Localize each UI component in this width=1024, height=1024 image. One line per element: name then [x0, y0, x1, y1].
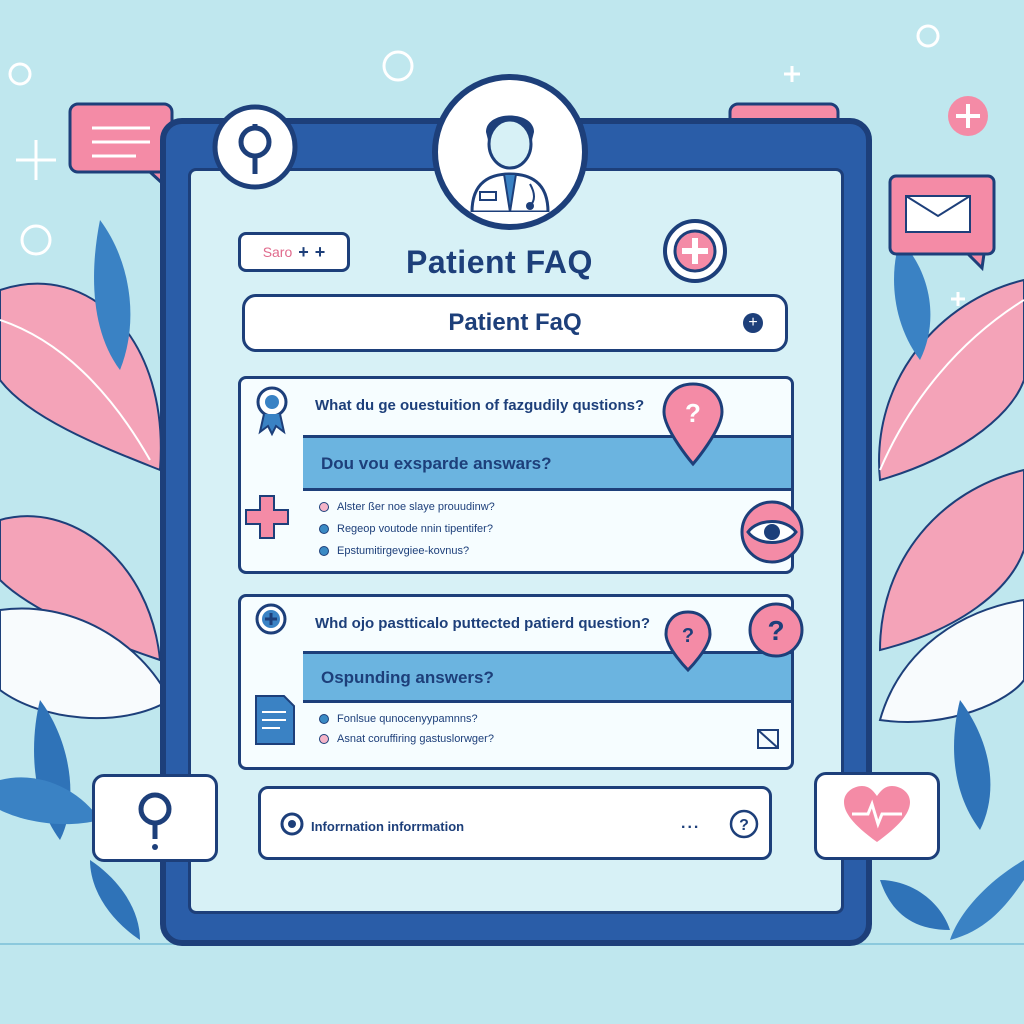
question-pin-icon[interactable]: ?: [662, 608, 714, 674]
faq-header-bar[interactable]: Patient FaQ +: [242, 294, 788, 352]
bullet-dot-icon: [319, 734, 329, 744]
add-icon[interactable]: +: [315, 242, 326, 263]
search-input[interactable]: Saro: [263, 244, 293, 260]
expand-icon[interactable]: +: [743, 313, 763, 333]
list-item: Regeop voutode nnin tipentifer?: [319, 523, 493, 535]
medical-cross-icon: [663, 219, 727, 283]
chat-bubble-icon: [68, 102, 176, 198]
faq-question[interactable]: Whd ojo pastticalo puttected patierd que…: [315, 615, 650, 632]
info-bar[interactable]: Inforrnation inforrmation ... ?: [258, 786, 772, 860]
faq-question[interactable]: What du ge ouestuition of fazgudily qust…: [315, 397, 644, 414]
doctor-avatar-icon: [470, 115, 550, 212]
bullet-dot-icon: [319, 502, 329, 512]
award-badge-icon: [256, 386, 288, 437]
health-card[interactable]: [814, 772, 940, 860]
bullet-dot-icon: [319, 524, 329, 534]
sparkle-icon: [951, 292, 965, 306]
question-mark-icon: [138, 792, 172, 850]
list-item: Fonlsue qunocenyypamnns?: [319, 713, 478, 725]
faq-answer-bar[interactable]: Ospunding answers?: [303, 651, 791, 703]
sparkle-icon: [16, 140, 56, 180]
document-icon: [255, 695, 295, 745]
bullet-dot-icon: [319, 714, 329, 724]
page-title: Patient FAQ: [406, 244, 593, 280]
question-pin-icon[interactable]: ?: [660, 380, 726, 470]
medical-cross-icon: [948, 96, 988, 136]
deco-circle-icon: [20, 224, 52, 256]
list-item: Epstumitirgevgiee-kovnus?: [319, 545, 469, 557]
help-card[interactable]: [92, 774, 218, 862]
faq-answer-heading: Ospunding answers?: [321, 668, 494, 687]
svg-text:?: ?: [739, 817, 749, 834]
stage: Saro + + Patient FAQ Patient FaQ + What …: [0, 0, 1024, 1024]
faq-header-label: Patient FaQ: [448, 309, 582, 336]
medical-cross-icon: [245, 495, 289, 539]
add-icon[interactable]: +: [298, 242, 309, 263]
search-icon[interactable]: [212, 104, 298, 190]
info-search-icon[interactable]: [279, 811, 305, 837]
deco-circle-icon: [382, 50, 414, 82]
heart-pulse-icon: [844, 786, 910, 842]
mail-icon: [888, 174, 996, 272]
question-bubble-icon[interactable]: ?: [746, 600, 806, 662]
svg-text:?: ?: [682, 625, 694, 647]
bullet-dot-icon: [319, 546, 329, 556]
mail-icon[interactable]: [756, 728, 780, 750]
search-field[interactable]: Saro + +: [238, 232, 350, 272]
svg-text:?: ?: [767, 615, 784, 646]
faq-answer-heading: Dou vou exsparde answars?: [321, 454, 552, 473]
eye-icon[interactable]: [738, 500, 806, 564]
more-icon[interactable]: ...: [681, 815, 700, 833]
info-text: Inforrnation inforrmation: [311, 819, 465, 834]
svg-text:?: ?: [685, 398, 701, 428]
help-icon[interactable]: ?: [729, 809, 759, 839]
list-item: Asnat coruffiring gastuslorwger?: [319, 733, 494, 745]
deco-circle-icon: [8, 62, 32, 86]
deco-circle-icon: [916, 24, 940, 48]
sparkle-icon: [784, 66, 800, 82]
list-item: Alster ßer noe slaye prouudinw?: [319, 501, 495, 513]
avatar: [432, 74, 588, 230]
add-circle-icon[interactable]: [254, 602, 288, 636]
